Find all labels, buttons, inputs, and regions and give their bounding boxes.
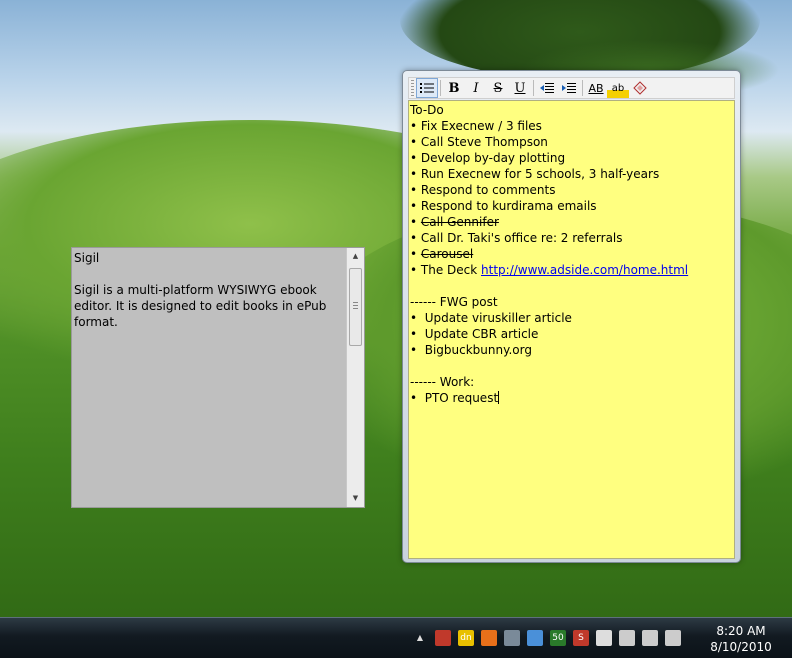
- decrease-indent-icon: [540, 83, 554, 93]
- taskbar: ▲ dn 50 S 8:20 AM 8/10/2010: [0, 617, 792, 658]
- note-line: • Bigbuckbunny.org: [410, 342, 688, 358]
- note-line-text: • Update CBR article: [410, 327, 539, 341]
- clock[interactable]: 8:20 AM 8/10/2010: [706, 623, 776, 655]
- note-line: To-Do: [410, 102, 688, 118]
- app-tray-icon[interactable]: [435, 630, 451, 646]
- increase-indent-icon: [562, 83, 576, 93]
- bullet-list-button[interactable]: [416, 78, 438, 98]
- highlight-button[interactable]: ab: [607, 78, 629, 98]
- battery-icon[interactable]: [619, 630, 635, 646]
- underline-button[interactable]: U: [509, 78, 531, 98]
- note-line: • Carousel: [410, 246, 688, 262]
- system-tray: ▲ dn 50 S: [412, 628, 688, 648]
- volume-icon[interactable]: [665, 630, 681, 646]
- note-line: ------ FWG post: [410, 294, 688, 310]
- scroll-up-arrow-icon[interactable]: ▲: [347, 248, 364, 265]
- note-line-text: • Call Steve Thompson: [410, 135, 548, 149]
- note-line: • Call Dr. Taki's office re: 2 referrals: [410, 230, 688, 246]
- scroll-down-arrow-icon[interactable]: ▼: [347, 490, 364, 507]
- clock-date: 8/10/2010: [710, 640, 772, 654]
- bullet: •: [410, 247, 421, 261]
- formatting-toolbar: B I S U AB ab: [408, 77, 735, 99]
- note-line: • Update CBR article: [410, 326, 688, 342]
- note-line: • Run Execnew for 5 schools, 3 half-year…: [410, 166, 688, 182]
- sigil-note-title: Sigil: [74, 251, 100, 265]
- bullet: •: [410, 215, 421, 229]
- italic-button[interactable]: I: [465, 78, 487, 98]
- bullet-list-icon: [420, 83, 434, 93]
- note-line-text: To-Do: [410, 103, 444, 117]
- note-line: • Develop by-day plotting: [410, 150, 688, 166]
- vertical-scrollbar[interactable]: ▲ ▼: [346, 248, 364, 507]
- scroll-thumb[interactable]: [349, 268, 362, 346]
- toolbar-separator: [440, 80, 441, 96]
- sigil-note-text[interactable]: Sigil Sigil is a multi-platform WYSIWYG …: [74, 250, 346, 330]
- note-line-text: • Call Dr. Taki's office re: 2 referrals: [410, 231, 623, 245]
- bold-button[interactable]: B: [443, 78, 465, 98]
- s-icon[interactable]: S: [573, 630, 589, 646]
- thumb-grip: [353, 308, 358, 309]
- show-hidden-icons-icon[interactable]: ▲: [412, 630, 428, 646]
- note-line: • Call Gennifer: [410, 214, 688, 230]
- thumb-grip: [353, 302, 358, 303]
- dn-icon[interactable]: dn: [458, 630, 474, 646]
- text-caret: [498, 391, 500, 404]
- note-lines[interactable]: To-Do • Fix Execnew / 3 files • Call Steve…: [410, 102, 688, 406]
- strikethrough-button[interactable]: S: [487, 78, 509, 98]
- clock-time: 8:20 AM: [716, 624, 766, 638]
- toolbar-grip[interactable]: [411, 80, 414, 96]
- toolbar-separator: [533, 80, 534, 96]
- note-line-text: ------ FWG post: [410, 295, 498, 309]
- note-line: • PTO request: [410, 390, 688, 406]
- note-line-text: • Fix Execnew / 3 files: [410, 119, 542, 133]
- sigil-note-body: Sigil is a multi-platform WYSIWYG ebook …: [74, 283, 327, 329]
- clear-format-icon: [633, 81, 647, 95]
- note-line-text: • Develop by-day plotting: [410, 151, 566, 165]
- network-icon[interactable]: [642, 630, 658, 646]
- note-line-text: • The Deck: [410, 263, 482, 277]
- note-line-text: • Update viruskiller article: [410, 311, 572, 325]
- note-line: • Update viruskiller article: [410, 310, 688, 326]
- note-line-text: • PTO request: [410, 391, 499, 405]
- note-line: • Fix Execnew / 3 files: [410, 118, 688, 134]
- sticky-note-window[interactable]: B I S U AB ab To-Do • Fix Execnew / 3 fi…: [402, 70, 741, 563]
- completed-item-text: Carousel: [420, 247, 474, 261]
- counter-icon[interactable]: 50: [550, 630, 566, 646]
- toolbar-separator: [582, 80, 583, 96]
- note-line: • Respond to kurdirama emails: [410, 198, 688, 214]
- note-line-text: • Respond to kurdirama emails: [410, 199, 597, 213]
- note-line: [410, 278, 688, 294]
- flame-icon[interactable]: [481, 630, 497, 646]
- note-line: • Respond to comments: [410, 182, 688, 198]
- usb-device-icon[interactable]: [504, 630, 520, 646]
- note-line: ------ Work:: [410, 374, 688, 390]
- action-center-flag-icon[interactable]: [596, 630, 612, 646]
- thumb-grip: [353, 305, 358, 306]
- note-line-text: ------ Work:: [410, 375, 475, 389]
- note-line-text: • Bigbuckbunny.org: [410, 343, 532, 357]
- monitor-icon[interactable]: [527, 630, 543, 646]
- note-line: • The Deck http://www.adside.com/home.ht…: [410, 262, 688, 278]
- sigil-note[interactable]: Sigil Sigil is a multi-platform WYSIWYG …: [71, 247, 365, 508]
- note-line-text: • Respond to comments: [410, 183, 556, 197]
- completed-item-text: Call Gennifer: [420, 215, 499, 229]
- note-line: [410, 358, 688, 374]
- decrease-indent-button[interactable]: [536, 78, 558, 98]
- increase-indent-button[interactable]: [558, 78, 580, 98]
- font-button[interactable]: AB: [585, 78, 607, 98]
- sticky-note-text-area[interactable]: To-Do • Fix Execnew / 3 files • Call Steve…: [408, 100, 735, 559]
- hyperlink[interactable]: http://www.adside.com/home.html: [481, 263, 688, 277]
- clear-format-button[interactable]: [629, 78, 651, 98]
- note-line-text: • Run Execnew for 5 schools, 3 half-year…: [410, 167, 660, 181]
- note-line: • Call Steve Thompson: [410, 134, 688, 150]
